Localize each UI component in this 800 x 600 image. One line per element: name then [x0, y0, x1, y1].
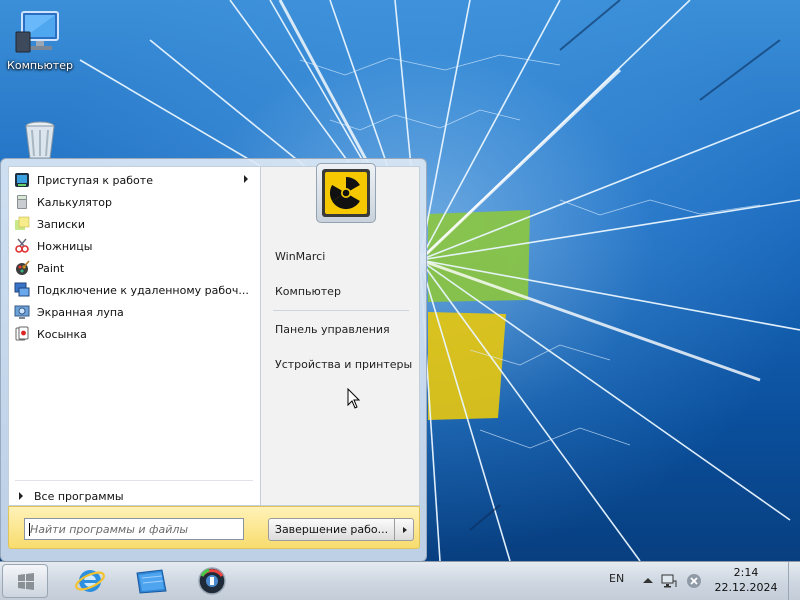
devices-printers-link[interactable]: Устройства и принтеры [275, 358, 412, 371]
show-hidden-icons-icon[interactable] [640, 573, 656, 589]
show-desktop-button[interactable] [788, 562, 800, 600]
computer-icon [14, 10, 66, 56]
file-explorer-icon [136, 569, 167, 594]
program-remote-desktop[interactable]: Подключение к удаленному рабоч... [9, 279, 260, 301]
user-avatar[interactable] [316, 163, 376, 223]
program-label: Калькулятор [37, 195, 112, 209]
programs-pane: Приступая к работе Калькулятор Записки Н… [8, 166, 260, 506]
right-separator [273, 310, 409, 311]
program-label: Экранная лупа [37, 305, 124, 319]
user-pane: WinMarci Компьютер Панель управления Уст… [260, 163, 420, 506]
program-magnifier[interactable]: Экранная лупа [9, 301, 260, 323]
program-sticky-notes[interactable]: Записки [9, 213, 260, 235]
all-programs-button[interactable]: Все программы [9, 485, 259, 507]
radiation-icon [325, 172, 367, 214]
shutdown-button[interactable]: Завершение рабо... [268, 518, 395, 541]
text-caret [29, 523, 30, 536]
user-folder-link[interactable]: WinMarci [275, 250, 325, 263]
programs-separator [15, 480, 253, 481]
desktop-icon-computer[interactable]: Компьютер [2, 10, 78, 72]
start-button[interactable] [2, 564, 48, 598]
all-programs-label: Все программы [34, 489, 124, 503]
network-icon[interactable] [661, 573, 677, 589]
computer-link[interactable]: Компьютер [275, 285, 341, 298]
calculator-icon [14, 194, 30, 210]
search-input-box[interactable] [24, 518, 244, 540]
program-snipping-tool[interactable]: Ножницы [9, 235, 260, 257]
scissors-icon [14, 238, 30, 254]
paint-icon [14, 260, 30, 276]
system-clock[interactable]: 2:14 22.12.2024 [710, 565, 782, 595]
control-panel-link[interactable]: Панель управления [275, 323, 390, 336]
remote-desktop-icon [14, 282, 30, 298]
getting-started-icon [14, 172, 30, 188]
program-getting-started[interactable]: Приступая к работе [9, 169, 260, 191]
start-menu: Приступая к работе Калькулятор Записки Н… [0, 158, 427, 562]
taskbar-media-player[interactable] [185, 564, 239, 598]
program-label: Подключение к удаленному рабоч... [37, 283, 249, 297]
expand-arrow-icon [19, 492, 23, 500]
mouse-cursor-icon [347, 388, 361, 409]
volume-muted-icon[interactable] [686, 573, 702, 589]
language-indicator[interactable]: EN [609, 572, 624, 585]
taskbar: EN 2:14 22.12.2024 [0, 561, 800, 600]
program-label: Ножницы [37, 239, 93, 253]
internet-explorer-icon [75, 570, 105, 592]
search-input[interactable] [30, 522, 243, 536]
program-paint[interactable]: Paint [9, 257, 260, 279]
submenu-arrow-icon [244, 175, 248, 183]
clock-date: 22.12.2024 [714, 581, 778, 594]
solitaire-icon [14, 326, 30, 342]
program-label: Приступая к работе [37, 173, 153, 187]
desktop-icon-label: Компьютер [7, 59, 73, 72]
taskbar-internet-explorer[interactable] [63, 564, 117, 598]
program-label: Paint [37, 261, 65, 275]
taskbar-explorer[interactable] [124, 564, 178, 598]
program-list: Приступая к работе Калькулятор Записки Н… [9, 167, 260, 345]
magnifier-icon [14, 304, 30, 320]
program-calculator[interactable]: Калькулятор [9, 191, 260, 213]
windows-logo-icon [18, 573, 34, 590]
media-player-icon [198, 567, 226, 595]
program-label: Косынка [37, 327, 87, 341]
program-solitaire[interactable]: Косынка [9, 323, 260, 345]
program-label: Записки [37, 217, 85, 231]
clock-time: 2:14 [733, 566, 759, 579]
sticky-notes-icon [14, 216, 30, 232]
shutdown-options-button[interactable] [394, 518, 414, 541]
search-bar-area: Завершение рабо... [8, 506, 420, 549]
